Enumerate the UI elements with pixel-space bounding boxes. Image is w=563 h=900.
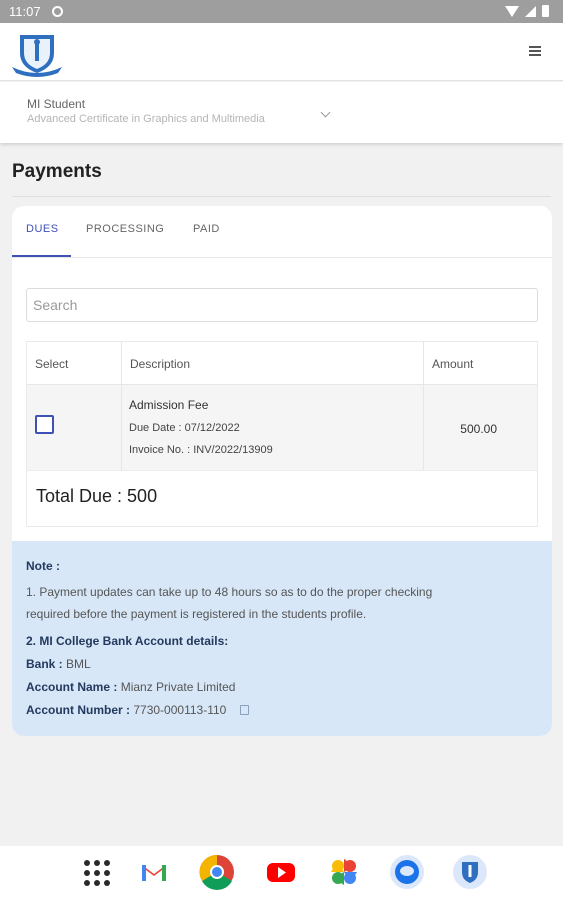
dues-table: Select Description Amount Admission Fee …	[26, 341, 538, 527]
total-due: Total Due : 500	[36, 486, 158, 506]
fee-amount: 500.00	[460, 422, 497, 436]
gmail-icon[interactable]	[136, 854, 172, 890]
title-divider	[12, 196, 551, 197]
copy-icon[interactable]	[239, 705, 249, 715]
account-name-value: Mianz Private Limited	[120, 680, 236, 694]
tab-processing[interactable]: PROCESSING	[86, 223, 164, 235]
app-dock	[0, 846, 563, 900]
payments-card: DUES PROCESSING PAID Select Description …	[12, 206, 552, 736]
wifi-icon	[505, 5, 519, 17]
due-date: Due Date : 07/12/2022	[129, 422, 240, 434]
select-checkbox[interactable]	[35, 415, 54, 434]
description-cell: Admission Fee Due Date : 07/12/2022 Invo…	[122, 385, 424, 470]
college-app-icon[interactable]	[452, 854, 488, 890]
amount-cell: 500.00	[424, 385, 537, 470]
photos-icon[interactable]	[326, 854, 362, 890]
invoice-number: Invoice No. : INV/2022/13909	[129, 444, 273, 456]
payment-tabs: DUES PROCESSING PAID	[12, 206, 552, 258]
note-line-2: required before the payment is registere…	[26, 607, 367, 621]
system-icons	[505, 5, 549, 17]
messages-icon[interactable]	[389, 854, 425, 890]
account-number-value: 7730-000113-110	[133, 703, 227, 717]
status-bar: 11:07	[0, 0, 563, 23]
tab-paid[interactable]: PAID	[193, 223, 220, 235]
chevron-down-icon[interactable]	[320, 107, 331, 118]
notification-icon	[52, 6, 63, 17]
hamburger-menu-icon[interactable]	[529, 46, 541, 56]
status-time: 11:07	[9, 4, 41, 19]
bank-details-heading: 2. MI College Bank Account details:	[26, 634, 229, 648]
page-title: Payments	[12, 161, 102, 182]
fee-title: Admission Fee	[129, 398, 209, 412]
app-header	[0, 23, 563, 81]
select-cell	[27, 385, 122, 470]
bank-value: BML	[66, 657, 91, 671]
app-drawer-icon[interactable]	[84, 860, 110, 886]
bank-label: Bank :	[26, 657, 63, 671]
tab-dues[interactable]: DUES	[26, 223, 59, 235]
student-selector[interactable]: MI Student Advanced Certificate in Graph…	[0, 82, 563, 143]
account-name-label: Account Name :	[26, 680, 118, 694]
header-amount: Amount	[432, 357, 474, 371]
table-header: Select Description Amount	[27, 342, 537, 385]
table-row: Admission Fee Due Date : 07/12/2022 Invo…	[27, 385, 537, 471]
payment-note: Note : 1. Payment updates can take up to…	[12, 541, 552, 736]
active-tab-indicator	[12, 255, 71, 257]
youtube-icon[interactable]	[263, 854, 299, 890]
header-select: Select	[27, 342, 122, 384]
total-due-row: Total Due : 500	[27, 471, 537, 526]
college-logo[interactable]	[10, 31, 64, 77]
search-input[interactable]	[26, 288, 538, 322]
battery-icon	[542, 5, 549, 17]
note-heading: Note :	[26, 559, 60, 573]
note-line-1: 1. Payment updates can take up to 48 hou…	[26, 585, 433, 599]
student-course: Advanced Certificate in Graphics and Mul…	[27, 113, 265, 125]
header-description: Description	[122, 342, 424, 384]
chrome-icon[interactable]	[199, 854, 235, 890]
student-name: MI Student	[27, 97, 86, 111]
signal-icon	[525, 5, 536, 17]
account-number-label: Account Number :	[26, 703, 131, 717]
